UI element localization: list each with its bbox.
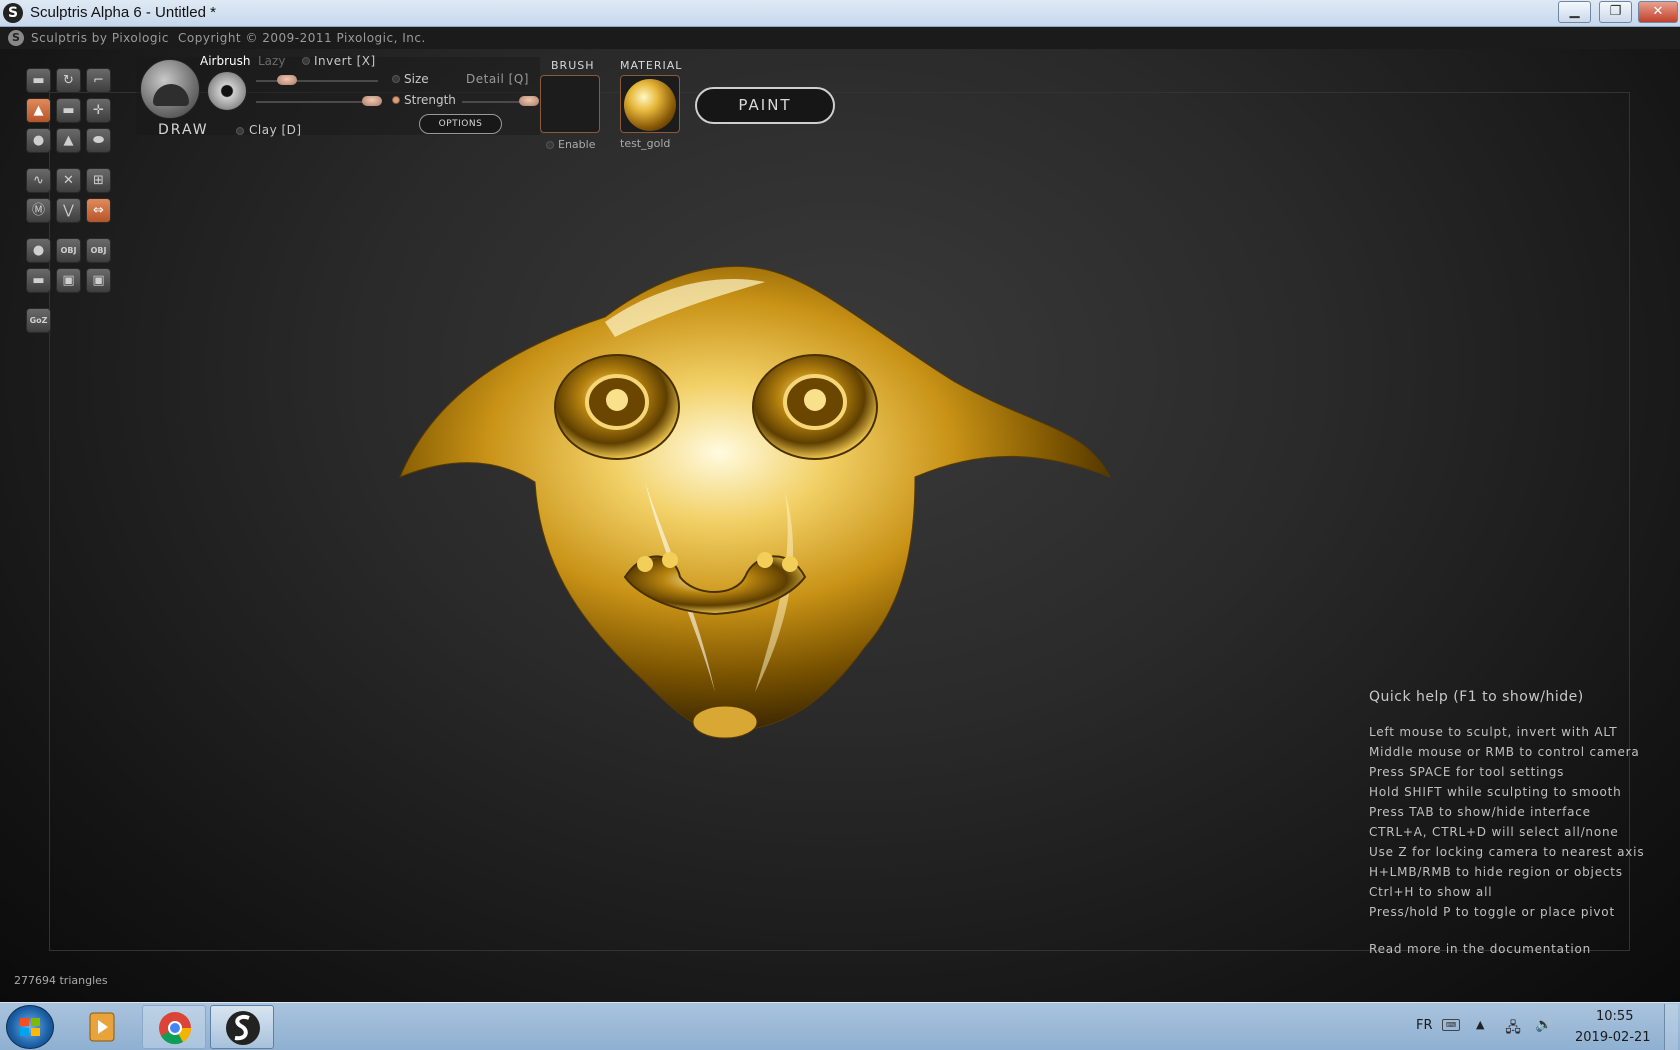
- quick-help-line: Press SPACE for tool settings: [1369, 765, 1565, 779]
- clock-time[interactable]: 10:55: [1596, 1009, 1633, 1024]
- quick-help-line: Left mouse to sculpt, invert with ALT: [1369, 725, 1618, 739]
- current-tool-draw-icon[interactable]: [140, 59, 200, 119]
- mask-icon[interactable]: ⊞: [86, 168, 111, 193]
- size-slider-knob[interactable]: [276, 75, 297, 85]
- quick-help-line: Middle mouse or RMB to control camera: [1369, 745, 1640, 759]
- current-tool-name: DRAW: [158, 122, 209, 138]
- quick-help-panel: Quick help (F1 to show/hide) Left mouse …: [1369, 689, 1669, 956]
- sculptris-logo-icon: S: [3, 3, 23, 23]
- documentation-link[interactable]: Read more in the documentation: [1369, 942, 1669, 956]
- windows-taskbar: FR ⌨ ▲ 🖧 🔊 10:55 2019-02-21: [0, 1002, 1680, 1050]
- triangle-count: 277694 triangles: [14, 974, 108, 987]
- paint-mode-button[interactable]: PAINT: [695, 87, 835, 124]
- show-desktop-button[interactable]: [1664, 1004, 1678, 1050]
- network-icon[interactable]: 🖧: [1504, 1017, 1522, 1036]
- move-icon[interactable]: ✛: [86, 98, 111, 123]
- tray-expand-icon[interactable]: ▲: [1476, 1018, 1484, 1031]
- gold-sculpt-model[interactable]: [395, 242, 1115, 752]
- smooth-icon[interactable]: ⬬: [86, 128, 111, 153]
- airbrush-label: Airbrush: [200, 54, 251, 68]
- clay-checkbox[interactable]: [236, 127, 244, 135]
- invert-checkbox[interactable]: [302, 57, 310, 65]
- volume-icon[interactable]: 🔊: [1535, 1017, 1553, 1035]
- new-plane-icon[interactable]: ▬: [26, 268, 51, 293]
- quick-help-line: CTRL+A, CTRL+D will select all/none: [1369, 825, 1619, 839]
- crop-icon[interactable]: ⌐: [86, 68, 111, 93]
- quick-help-line: H+LMB/RMB to hide region or objects: [1369, 865, 1623, 879]
- brush-heading: BRUSH: [551, 59, 595, 72]
- keyboard-icon[interactable]: ⌨: [1442, 1019, 1460, 1031]
- material-heading: MATERIAL: [620, 59, 683, 72]
- minimize-button[interactable]: ▁: [1558, 1, 1591, 23]
- goz-button[interactable]: GoZ: [26, 308, 51, 333]
- strength-slider[interactable]: [256, 101, 378, 103]
- maximize-button[interactable]: ❐: [1599, 1, 1632, 23]
- quick-help-line: Press/hold P to toggle or place pivot: [1369, 905, 1615, 919]
- strength-radio[interactable]: [392, 96, 400, 104]
- quick-help-line: Press TAB to show/hide interface: [1369, 805, 1591, 819]
- save-icon[interactable]: ▣: [56, 268, 81, 293]
- size-label: Size: [404, 72, 429, 86]
- detail-slider-knob[interactable]: [518, 96, 539, 106]
- quick-help-line: Hold SHIFT while sculpting to smooth: [1369, 785, 1622, 799]
- material-name: test_gold: [620, 137, 671, 150]
- grab-icon[interactable]: ∿: [26, 168, 51, 193]
- symmetry-icon[interactable]: Ⓜ: [26, 198, 51, 223]
- copyright-text: Copyright © 2009-2011 Pixologic, Inc.: [178, 31, 426, 45]
- export-obj-icon[interactable]: OBJ: [86, 238, 111, 263]
- clay-label[interactable]: Clay [D]: [249, 123, 302, 137]
- sculpt-viewport[interactable]: S Sculptris by Pixologic Copyright © 200…: [0, 27, 1680, 1002]
- language-indicator[interactable]: FR: [1416, 1018, 1433, 1033]
- reduce-brush-icon[interactable]: ✕: [56, 168, 81, 193]
- strength-slider-knob[interactable]: [361, 96, 382, 106]
- close-button[interactable]: ✕: [1638, 1, 1678, 23]
- sculptris-icon[interactable]: [210, 1005, 274, 1049]
- mirror-symmetry-icon[interactable]: ⇔: [86, 198, 111, 223]
- brush-texture-slot[interactable]: [540, 75, 600, 133]
- options-button[interactable]: OPTIONS: [419, 114, 502, 134]
- brush-enable-label: Enable: [558, 138, 596, 151]
- size-slider[interactable]: [256, 80, 378, 82]
- quick-help-title: Quick help (F1 to show/hide): [1369, 689, 1584, 705]
- invert-label[interactable]: Invert [X]: [314, 54, 376, 68]
- app-header: S Sculptris by Pixologic Copyright © 200…: [0, 27, 1680, 49]
- pinch-icon[interactable]: ●: [26, 128, 51, 153]
- lazy-label[interactable]: Lazy: [258, 54, 285, 68]
- detail-label: Detail [Q]: [466, 72, 529, 86]
- inflate-icon[interactable]: ▲: [26, 98, 51, 123]
- strength-label: Strength: [404, 93, 456, 107]
- flatten-icon[interactable]: ▬: [56, 98, 81, 123]
- save-as-icon[interactable]: ▣: [86, 268, 111, 293]
- size-radio[interactable]: [392, 75, 400, 83]
- quick-help-line: Use Z for locking camera to nearest axis: [1369, 845, 1645, 859]
- import-obj-icon[interactable]: OBJ: [56, 238, 81, 263]
- window-titlebar[interactable]: S Sculptris Alpha 6 - Untitled * ▁ ❐ ✕: [0, 0, 1680, 27]
- crease-icon[interactable]: ▲: [56, 128, 81, 153]
- wireframe-icon[interactable]: ⋁: [56, 198, 81, 223]
- chrome-icon[interactable]: [142, 1005, 206, 1049]
- new-sphere-icon[interactable]: ●: [26, 238, 51, 263]
- app-name: Sculptris by Pixologic: [31, 31, 169, 45]
- material-slot[interactable]: [620, 75, 680, 133]
- gold-material-preview-icon: [624, 79, 676, 131]
- pixologic-logo-icon: S: [8, 30, 24, 46]
- windows-start-icon[interactable]: [6, 1005, 54, 1049]
- draw-tool-icon[interactable]: ▬: [26, 68, 51, 93]
- rotate-icon[interactable]: ↻: [56, 68, 81, 93]
- brush-enable-checkbox[interactable]: [546, 141, 554, 149]
- airbrush-toggle[interactable]: [207, 71, 247, 111]
- media-player-icon[interactable]: [70, 1005, 134, 1049]
- clock-date[interactable]: 2019-02-21: [1575, 1030, 1651, 1045]
- quick-help-line: Ctrl+H to show all: [1369, 885, 1493, 899]
- window-title: Sculptris Alpha 6 - Untitled *: [30, 4, 216, 21]
